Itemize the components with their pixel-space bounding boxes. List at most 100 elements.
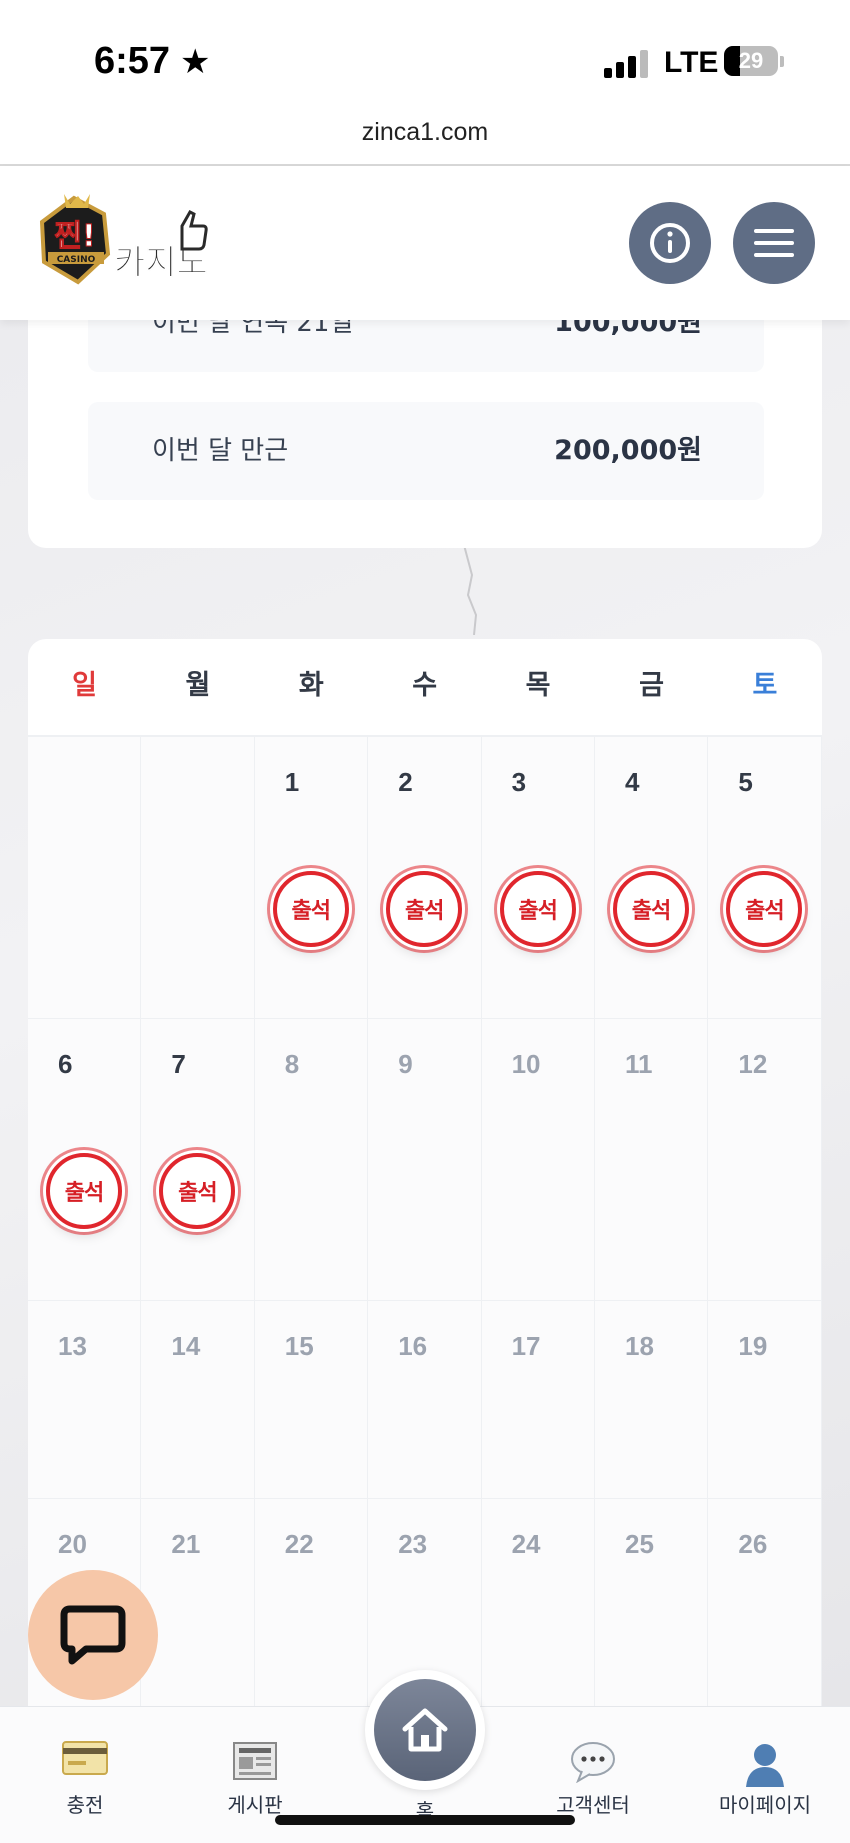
calendar-day-number: 16 [398,1331,428,1361]
nav-charge[interactable]: 충전 [15,1707,155,1843]
menu-button[interactable] [733,202,815,284]
calendar-day-cell[interactable]: 12 [708,1019,822,1301]
calendar-day-number: 9 [398,1049,413,1079]
calendar-day-number: 15 [284,1331,314,1361]
calendar-day-number: 7 [171,1049,186,1079]
calendar-day-cell[interactable]: 21 [141,1499,255,1739]
info-button[interactable] [629,202,711,284]
weekday-label: 일 [72,670,97,701]
calendar-day-number: 14 [171,1331,201,1361]
calendar-day-number: 10 [511,1049,541,1079]
calendar-empty-cell [141,737,255,1019]
nav-home-button[interactable] [365,1670,485,1790]
site-logo[interactable]: 찐! CASINO 카지노 [34,192,214,288]
attendance-calendar: 일 월 화 수 목 금 토 1 출석 2 출석 3 출석 4 출석 5 출석 6 출석 7 출석 8 9 10 11 12 13 1… [28,639,822,1739]
calendar-day-number: 11 [625,1049,653,1079]
speech-bubble-icon [571,1742,615,1783]
chat-button[interactable] [28,1570,158,1700]
calendar-day-number: 3 [511,767,527,797]
calendar-day-number: 26 [738,1529,768,1559]
home-icon [402,1708,448,1752]
calendar-day-cell[interactable]: 24 [481,1499,595,1739]
calendar-day-cell[interactable]: 26 [708,1499,822,1739]
calendar-day-number: 22 [284,1529,314,1559]
calendar-day-cell[interactable]: 5 출석 [708,737,822,1019]
calendar-day-cell[interactable]: 10 [481,1019,595,1301]
calendar-day-number: 8 [284,1049,300,1079]
calendar-day-cell[interactable]: 17 [481,1301,595,1499]
credit-card-icon [62,1741,108,1775]
calendar-day-cell[interactable]: 11 [595,1019,709,1301]
calendar-day-number: 18 [625,1331,654,1361]
calendar-day-cell[interactable]: 9 [368,1019,482,1301]
calendar-day-number: 24 [511,1529,541,1559]
calendar-day-cell[interactable]: 16 [368,1301,482,1499]
attendance-stamp-label: 출석 [745,899,784,924]
attendance-stamp-label: 출석 [291,899,331,924]
summary-value: 200,000원 [554,435,702,466]
nav-mypage[interactable]: 마이페이지 [695,1707,835,1843]
calendar-day-cell[interactable]: 19 [708,1301,822,1499]
summary-row-full-attendance: 이번 달 만근 200,000원 [88,402,764,500]
battery-nub [780,56,784,67]
attendance-stamp-label: 출석 [404,899,444,924]
home-button-inner [374,1679,476,1781]
weekday-label: 화 [298,670,324,701]
calendar-weekday-header: 일월화수목금토 [28,639,822,737]
calendar-day-number: 21 [171,1529,201,1559]
attendance-stamp: 출석 [386,871,463,947]
calendar-day-number: 5 [738,767,753,797]
attendance-stamp: 출석 [499,871,576,947]
logo-text-top: 찐! [54,219,95,254]
calendar-day-number: 23 [398,1529,428,1559]
calendar-day-number: 1 [284,767,300,797]
attendance-stamp: 출석 [613,871,689,947]
attendance-stamp: 출석 [272,871,349,947]
calendar-day-cell[interactable]: 14 [141,1301,255,1499]
hamburger-menu-icon [754,229,794,257]
weekday-label: 금 [639,670,664,701]
calendar-day-cell[interactable]: 18 [595,1301,709,1499]
network-type: LTE [664,46,719,79]
nav-label: 마이페이지 [719,1793,811,1817]
newspaper-icon [233,1742,277,1780]
calendar-day-number: 13 [58,1331,87,1361]
attendance-stamp: 출석 [726,871,803,947]
calendar-day-cell[interactable]: 1 출석 [254,737,369,1019]
status-bar: 6:57 ★ LTE 29 [0,0,850,120]
star-icon: ★ [180,42,211,82]
calendar-day-number: 4 [625,767,640,797]
calendar-day-cell[interactable]: 22 [254,1499,369,1739]
calendar-day-cell[interactable]: 8 [254,1019,369,1301]
url-bar[interactable]: zinca1.com [0,110,850,164]
weekday-label: 목 [525,670,551,701]
attendance-stamp-label: 출석 [631,899,671,924]
calendar-day-cell[interactable]: 13 [28,1301,142,1499]
info-circle-icon [650,223,690,263]
site-header: 찐! CASINO 카지노 [0,166,850,320]
calendar-day-cell[interactable]: 6 출석 [28,1019,142,1301]
calendar-day-number: 19 [738,1331,768,1361]
reward-summary-card: 이번 달 연속 21일 100,000원 이번 달 만근 200,000원 [28,274,822,548]
weekday-label: 월 [185,670,211,701]
cellular-signal-icon [604,48,648,78]
calendar-day-cell[interactable]: 15 [254,1301,369,1499]
calendar-day-number: 17 [511,1331,541,1361]
calendar-day-cell[interactable]: 2 출석 [368,737,482,1019]
calendar-day-cell[interactable]: 4 출석 [595,737,709,1019]
nav-label: 충전 [66,1793,104,1817]
calendar-day-cell[interactable]: 7 출석 [141,1019,255,1301]
weekday-label: 수 [412,670,438,701]
status-time: 6:57 [94,40,171,82]
chat-bubble-icon [60,1605,126,1665]
attendance-stamp-label: 출석 [64,1181,104,1206]
calendar-day-cell[interactable]: 25 [595,1499,709,1739]
calendar-day-number: 12 [738,1049,768,1079]
calendar-day-number: 6 [58,1049,73,1079]
home-indicator [275,1815,575,1825]
logo-badge: CASINO [57,255,96,265]
calendar-day-number: 25 [625,1529,654,1559]
calendar-day-cell[interactable]: 3 출석 [481,737,595,1019]
nav-label: 게시판 [227,1793,283,1817]
battery-percent: 29 [738,48,764,73]
